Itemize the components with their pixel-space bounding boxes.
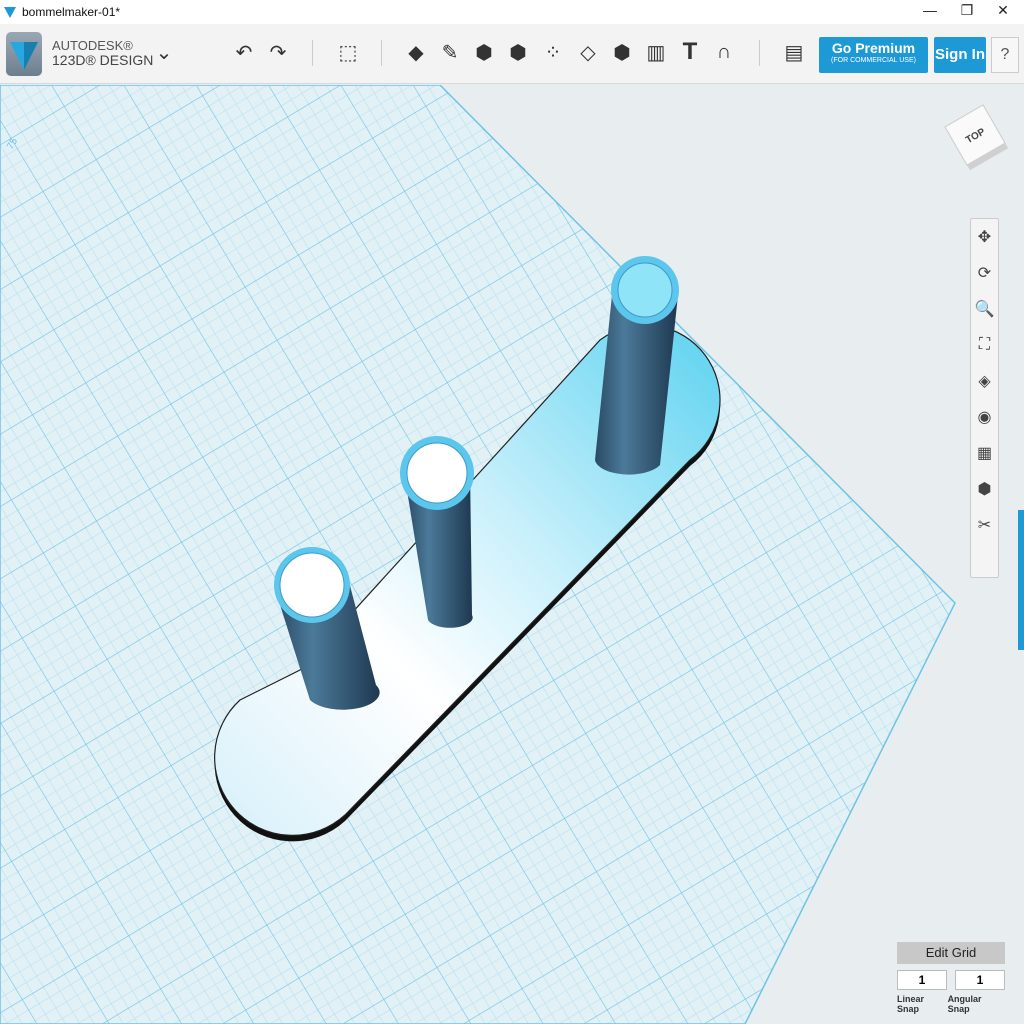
combine-icon[interactable]: ⬢ [608, 38, 636, 66]
material-icon[interactable]: ⬢ [971, 471, 998, 507]
navigation-bar: ✥ ⟳ 🔍 ⛶ ◈ ◉ ▦ ⬢ ✂ [970, 218, 999, 578]
view-cube[interactable]: TOP [944, 104, 1009, 171]
edit-grid-button[interactable]: Edit Grid [897, 942, 1005, 964]
modify-icon[interactable]: ⬢ [504, 38, 532, 66]
divider [759, 40, 760, 66]
divider [381, 40, 382, 66]
grouping-icon[interactable]: ◇ [574, 38, 602, 66]
materials-icon[interactable]: ▤ [780, 38, 808, 66]
transform-icon[interactable]: ⬚ [334, 38, 362, 66]
angular-snap-label: Angular Snap [947, 994, 982, 1014]
brand-bottom: 123D® DESIGN [52, 52, 154, 68]
restore-button[interactable]: ❐ [952, 2, 982, 22]
sign-in-button[interactable]: Sign In [934, 37, 986, 73]
orbit-icon[interactable]: ⟳ [971, 255, 998, 291]
primitives-icon[interactable]: ◆ [402, 38, 430, 66]
premium-sublabel: (FOR COMMERCIAL USE) [831, 57, 916, 64]
premium-label: Go Premium [831, 40, 916, 56]
snap-icon[interactable]: ∩ [710, 38, 738, 66]
undo-button[interactable]: ↶ [230, 38, 258, 66]
help-button[interactable]: ? [991, 37, 1019, 73]
redo-button[interactable]: ↷ [264, 38, 292, 66]
outline-icon[interactable]: ✂ [971, 507, 998, 543]
3d-viewport[interactable]: 75 TOP [0, 85, 1024, 1024]
brand: AUTODESK® 123D® DESIGN [52, 38, 153, 68]
go-premium-button[interactable]: Go Premium (FOR COMMERCIAL USE) [819, 37, 928, 73]
construct-icon[interactable]: ⬢ [470, 38, 498, 66]
grid-panel: Edit Grid 1 1 Linear Snap Angular Snap [897, 942, 1005, 1014]
measure-icon[interactable]: ▥ [642, 38, 670, 66]
brand-top: AUTODESK® [52, 38, 133, 53]
logo-icon [10, 42, 38, 70]
divider [312, 40, 313, 66]
side-panel-handle[interactable] [1018, 510, 1024, 650]
app-menu-chevron-icon[interactable]: ⌄ [150, 38, 178, 66]
close-button[interactable]: ✕ [988, 2, 1018, 22]
pattern-icon[interactable]: ⁘ [539, 38, 567, 66]
main-toolbar: AUTODESK® 123D® DESIGN ⌄ ↶ ↷ ⬚ ◆ ✎ ⬢ ⬢ ⁘ … [0, 24, 1024, 84]
fit-icon[interactable]: ⛶ [971, 327, 998, 363]
title-bar: bommelmaker-01* — ❐ ✕ [0, 0, 1024, 24]
minimize-button[interactable]: — [915, 2, 945, 22]
window-title: bommelmaker-01* [22, 5, 121, 19]
app-logo[interactable] [6, 32, 42, 76]
grid-icon[interactable]: ▦ [971, 435, 998, 471]
pan-icon[interactable]: ✥ [971, 219, 998, 255]
linear-snap-label: Linear Snap [897, 994, 925, 1014]
app-icon [4, 7, 16, 18]
zoom-icon[interactable]: 🔍 [971, 291, 998, 327]
perspective-icon[interactable]: ◈ [971, 363, 998, 399]
sketch-icon[interactable]: ✎ [436, 38, 464, 66]
visibility-icon[interactable]: ◉ [971, 399, 998, 435]
text-icon[interactable]: T [676, 38, 704, 66]
linear-snap-input[interactable]: 1 [897, 970, 947, 990]
angular-snap-input[interactable]: 1 [955, 970, 1005, 990]
